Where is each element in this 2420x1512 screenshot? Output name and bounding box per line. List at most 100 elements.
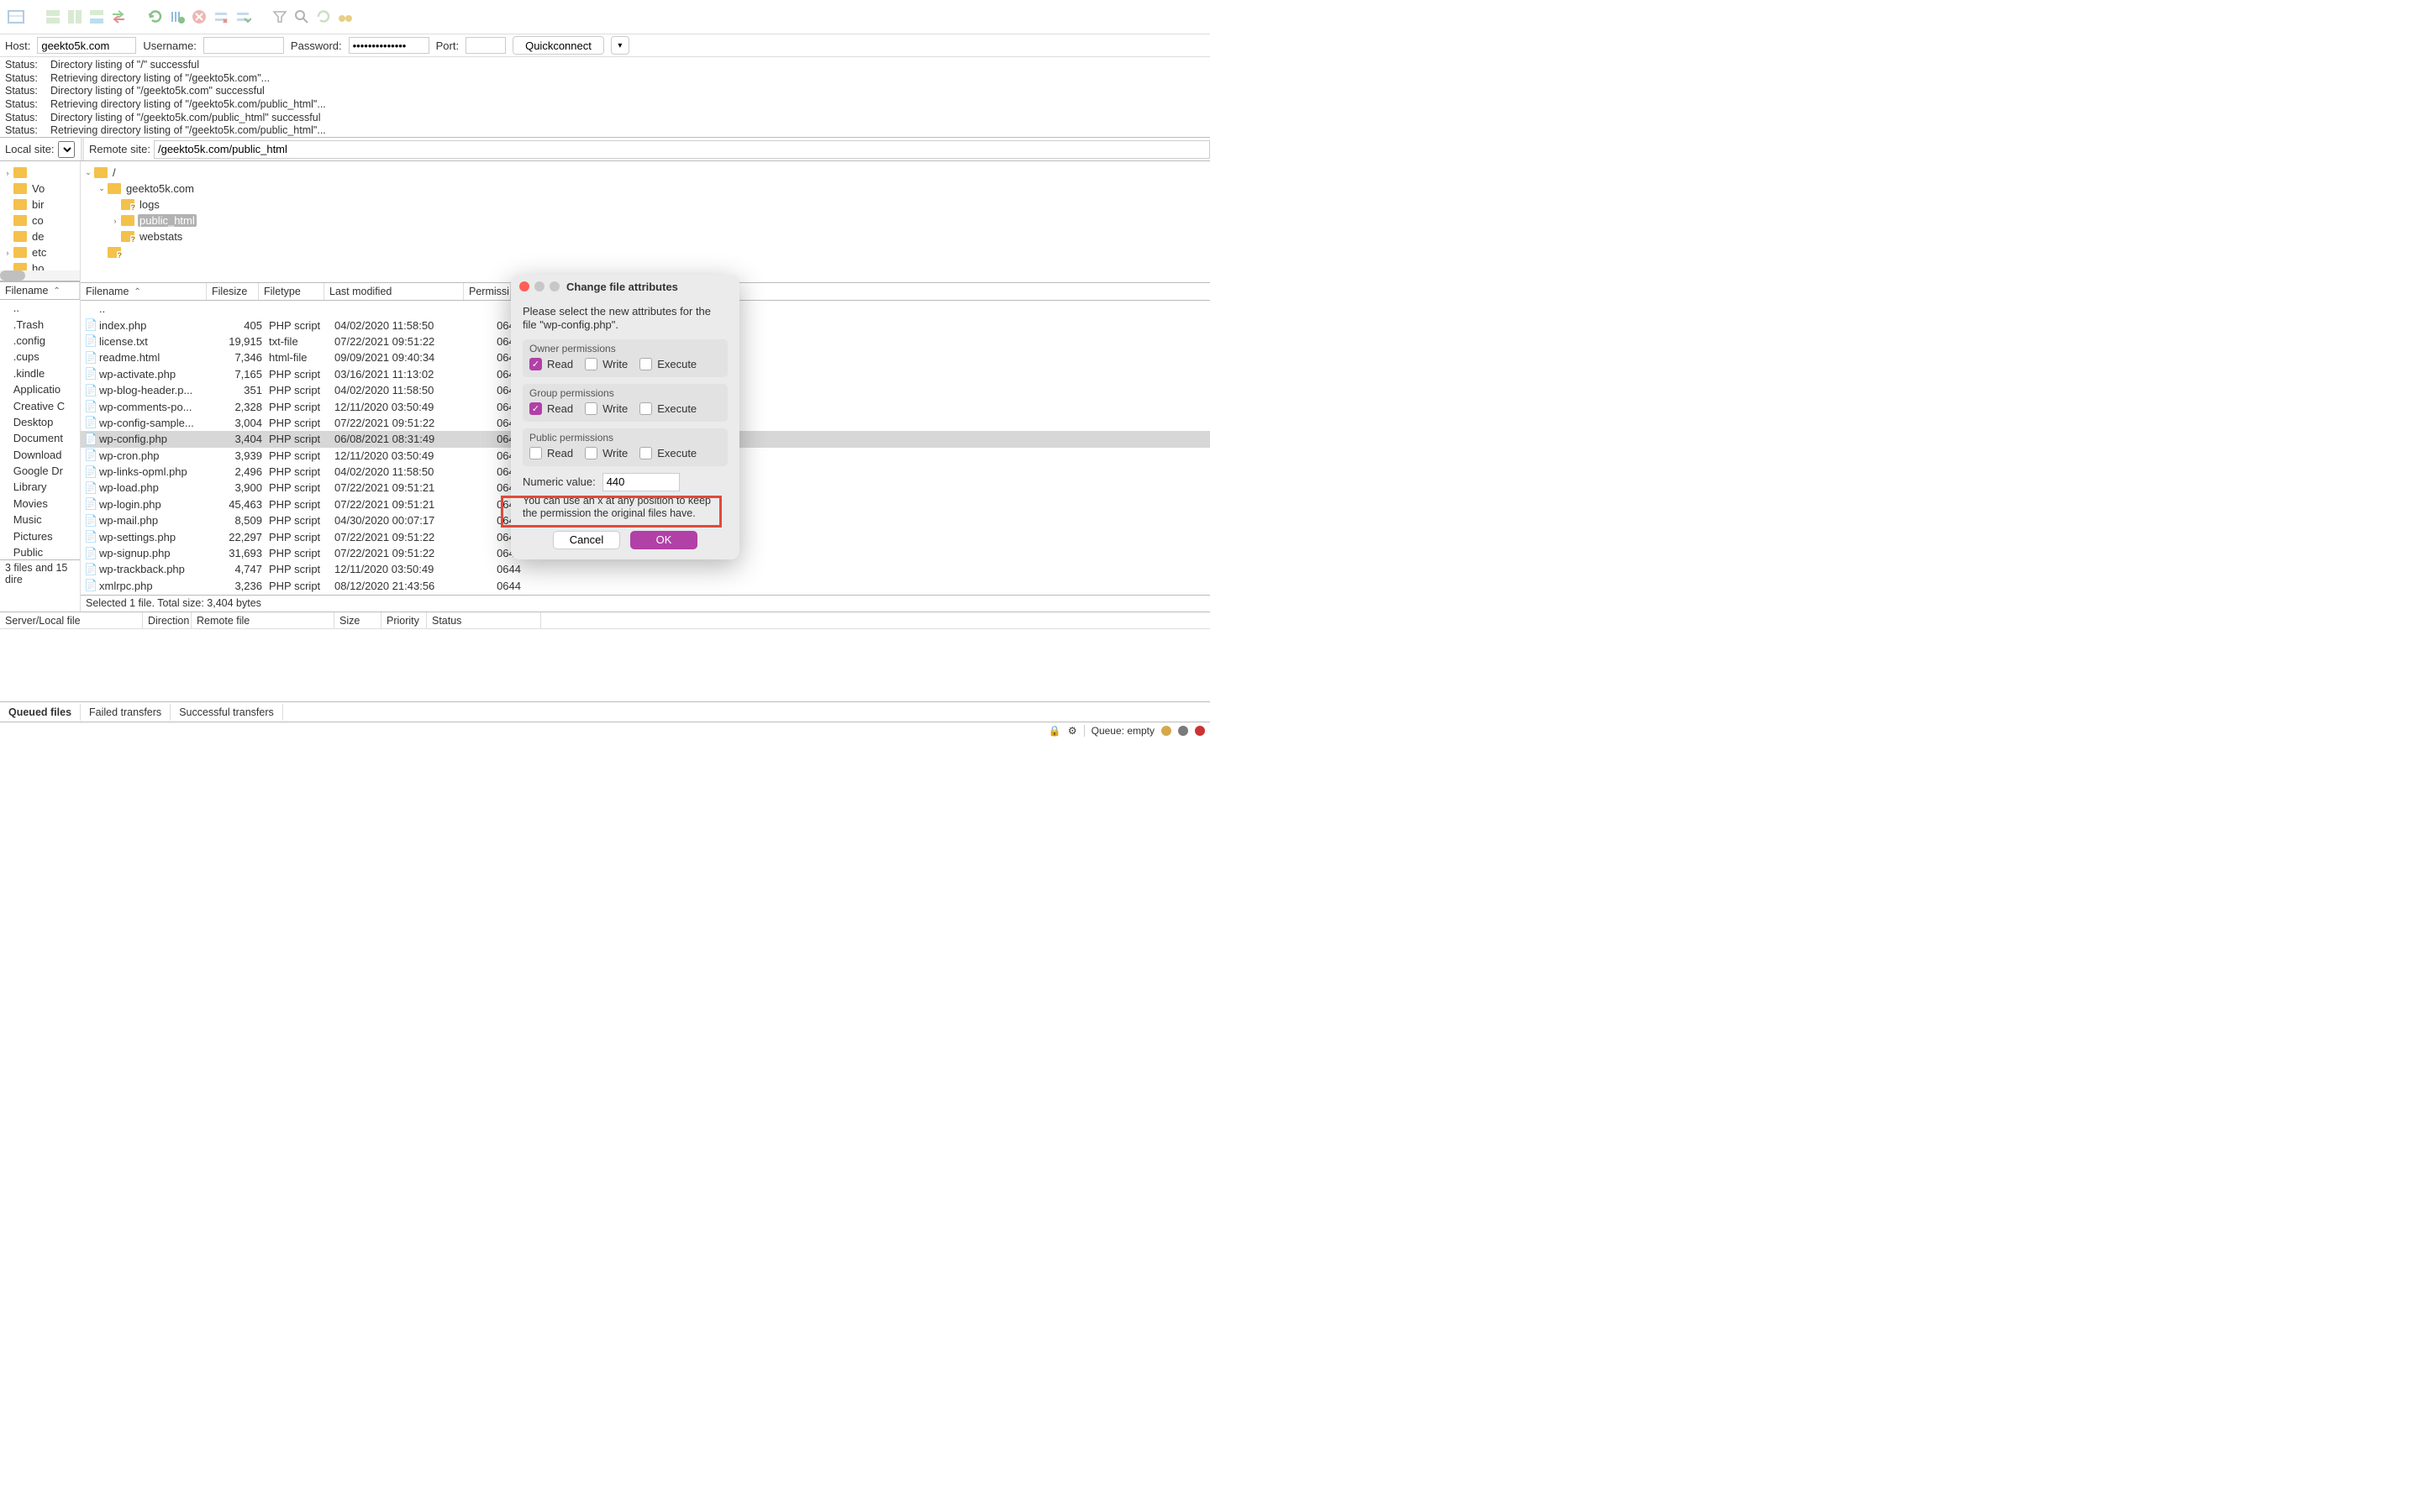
list-item[interactable]: Library [0,479,80,495]
tree-item[interactable]: ⌄ geekto5k.com [82,181,1208,197]
queue-col[interactable]: Server/Local file [0,612,143,628]
tree-item[interactable]: › [2,165,78,181]
write-checkbox[interactable]: Write [585,447,628,459]
queue-tab[interactable]: Failed transfers [81,704,171,721]
queue-col[interactable]: Size [334,612,381,628]
remote-col-perm[interactable]: Permissi [464,283,511,300]
list-item[interactable]: Applicatio [0,381,80,397]
list-item[interactable]: Document [0,430,80,446]
file-modified: 07/22/2021 09:51:21 [334,498,474,511]
remote-col-filename[interactable]: Filename [81,283,207,300]
list-item[interactable]: Movies [0,496,80,512]
numeric-value-input[interactable] [602,473,680,491]
search-icon[interactable] [292,8,311,26]
compare-icon[interactable] [314,8,333,26]
list-item[interactable]: .config [0,333,80,349]
local-site-select[interactable] [58,141,75,158]
write-checkbox[interactable]: Write [585,402,628,415]
expand-toggle[interactable]: ⌄ [82,168,94,177]
ok-button[interactable]: OK [630,531,697,549]
read-checkbox[interactable]: ✓Read [529,402,573,415]
disconnect-icon[interactable] [212,8,230,26]
sitemanager-icon[interactable] [7,8,25,26]
tree-item[interactable]: ⌄/ [82,165,1208,181]
queue-body[interactable] [0,629,1210,701]
toggle-transfer-icon[interactable] [109,8,128,26]
filter-icon[interactable] [271,8,289,26]
local-file-list[interactable]: ...Trash.config.cups.kindleApplicatioCre… [0,300,80,557]
gear-icon[interactable]: ⚙︎ [1068,725,1077,737]
tree-item[interactable]: co [2,213,78,228]
execute-checkbox[interactable]: Execute [639,447,697,459]
reconnect-icon[interactable] [234,8,252,26]
file-icon: 📄 [84,481,96,495]
list-item[interactable]: 📄xmlrpc.php3,236PHP script08/12/2020 21:… [81,578,1210,594]
queue-tab[interactable]: Queued files [0,704,81,721]
tree-item[interactable]: ›etc [2,244,78,260]
tree-item[interactable] [82,244,1208,260]
list-item[interactable]: Creative C [0,397,80,413]
expand-toggle[interactable]: › [2,169,13,177]
remote-status: Selected 1 file. Total size: 3,404 bytes [81,595,1210,612]
tree-item[interactable]: ho [2,260,78,270]
remote-col-lastmod[interactable]: Last modified [324,283,464,300]
list-item[interactable]: .kindle [0,365,80,381]
read-checkbox[interactable]: Read [529,447,573,459]
remote-col-filesize[interactable]: Filesize [207,283,259,300]
toggle-log-icon[interactable] [44,8,62,26]
process-queue-icon[interactable] [168,8,187,26]
tree-item-label: geekto5k.com [124,182,196,195]
tree-item[interactable]: logs [82,197,1208,213]
list-item[interactable]: Desktop [0,414,80,430]
cancel-icon[interactable] [190,8,208,26]
write-checkbox[interactable]: Write [585,358,628,370]
execute-checkbox[interactable]: Execute [639,358,697,370]
list-item[interactable]: Pictures [0,528,80,543]
expand-toggle[interactable]: ⌄ [96,184,108,193]
tree-item[interactable]: webstats [82,228,1208,244]
binoculars-icon[interactable] [336,8,355,26]
password-input[interactable] [349,37,429,54]
expand-toggle[interactable]: › [2,249,13,257]
username-input[interactable] [203,37,284,54]
public-permissions-group: Public permissions ReadWriteExecute [523,428,728,466]
tree-item[interactable]: de [2,228,78,244]
queue-tab[interactable]: Successful transfers [171,704,283,721]
toggle-queue-icon[interactable] [87,8,106,26]
close-icon[interactable] [519,281,529,291]
read-checkbox[interactable]: ✓Read [529,358,573,370]
tree-item[interactable]: Vo [2,181,78,197]
queue-col[interactable]: Remote file [192,612,334,628]
list-item[interactable]: .cups [0,349,80,365]
file-icon [3,497,10,510]
list-item[interactable]: Google Dr [0,463,80,479]
queue-col[interactable]: Priority [381,612,427,628]
list-item[interactable]: .. [0,300,80,316]
port-input[interactable] [466,37,506,54]
tree-item[interactable]: bir [2,197,78,213]
execute-checkbox[interactable]: Execute [639,402,697,415]
tree-item[interactable]: ›public_html [82,213,1208,228]
local-col-filename[interactable]: Filename [0,282,80,299]
folder-icon [13,199,27,210]
local-tree[interactable]: › Vobircode›etcho [0,161,80,270]
remote-site-input[interactable] [154,140,1210,159]
file-modified: 06/08/2021 08:31:49 [334,433,474,445]
host-input[interactable] [37,37,136,54]
queue-col[interactable]: Direction [143,612,192,628]
list-item[interactable]: 📄wp-trackback.php4,747PHP script12/11/20… [81,561,1210,577]
remote-col-filetype[interactable]: Filetype [259,283,324,300]
refresh-icon[interactable] [146,8,165,26]
list-item[interactable]: Public [0,544,80,557]
cancel-button[interactable]: Cancel [553,531,620,549]
list-item[interactable]: Music [0,512,80,528]
expand-toggle[interactable]: › [109,217,121,225]
list-item[interactable]: Download [0,447,80,463]
remote-tree[interactable]: ⌄/⌄geekto5k.comlogs›public_htmlwebstats [81,161,1210,282]
list-item[interactable]: .Trash [0,316,80,332]
scrollbar[interactable] [0,270,80,281]
quickconnect-dropdown[interactable]: ▾ [611,36,629,55]
quickconnect-button[interactable]: Quickconnect [513,36,604,55]
queue-col[interactable]: Status [427,612,541,628]
toggle-tree-icon[interactable] [66,8,84,26]
